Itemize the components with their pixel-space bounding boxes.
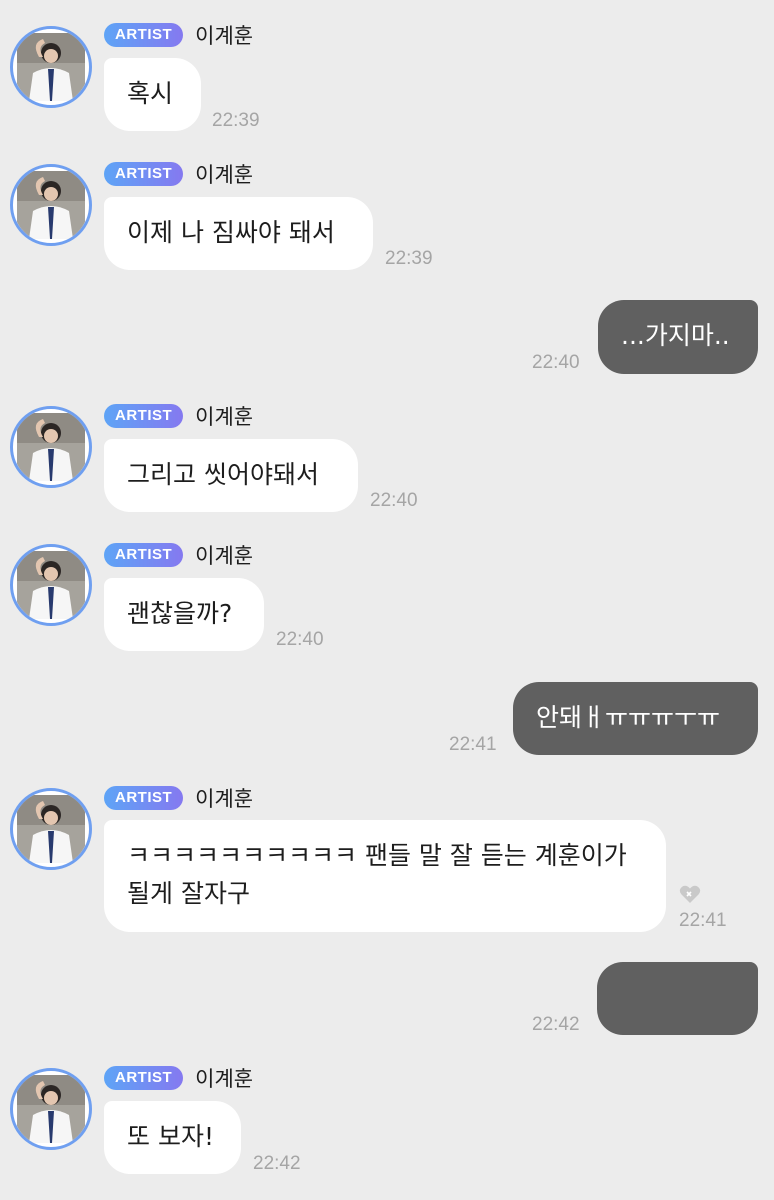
message-bubble[interactable]: 안돼ㅐㅠㅠㅠㅜㅠ [513, 682, 758, 755]
sender-row: ARTIST 이계훈 [104, 785, 253, 811]
message-time: 22:40 [532, 352, 580, 373]
message-text: 그리고 씻어야돼서 [127, 460, 319, 489]
sender-name: 이계훈 [195, 1067, 254, 1091]
message-time: 22:40 [276, 629, 324, 650]
message-text: 안돼ㅐㅠㅠㅠㅜㅠ [536, 703, 721, 732]
sender-row: ARTIST 이계훈 [104, 161, 253, 187]
message-time: 22:42 [532, 1014, 580, 1035]
message-bubble[interactable]: ...가지마.. [598, 300, 758, 374]
message-bubble[interactable]: 혹시 [104, 58, 201, 131]
message-bubble[interactable]: 그리고 씻어야돼서 [104, 439, 358, 512]
message-text-line: 될게 잘자구 [127, 879, 250, 908]
message-bubble[interactable]: ㅋㅋㅋㅋㅋㅋㅋㅋㅋㅋ 팬들 말 잘 듣는 계훈이가 될게 잘자구 [104, 820, 666, 932]
message-time: 22:39 [385, 248, 433, 269]
artist-badge: ARTIST [104, 543, 184, 567]
avatar[interactable] [10, 164, 92, 246]
sender-row: ARTIST 이계훈 [104, 403, 253, 429]
artist-badge: ARTIST [104, 1066, 184, 1090]
avatar[interactable] [10, 1068, 92, 1150]
message-text: 또 보자! [127, 1122, 214, 1151]
message-bubble[interactable]: 또 보자! [104, 1101, 241, 1174]
artist-badge: ARTIST [104, 786, 184, 810]
message-bubble[interactable]: 이제 나 짐싸야 돼서 [104, 197, 373, 270]
avatar[interactable] [10, 26, 92, 108]
message-time: 22:41 [679, 910, 727, 931]
message-text: 이제 나 짐싸야 돼서 [127, 218, 335, 247]
avatar[interactable] [10, 788, 92, 870]
heart-icon[interactable] [679, 884, 701, 904]
sender-row: ARTIST 이계훈 [104, 1065, 253, 1091]
artist-badge: ARTIST [104, 23, 184, 47]
sender-name: 이계훈 [195, 544, 254, 568]
message-time: 22:41 [449, 734, 497, 755]
artist-badge: ARTIST [104, 162, 184, 186]
message-time: 22:39 [212, 110, 260, 131]
sender-name: 이계훈 [195, 787, 254, 811]
message-bubble-redacted[interactable] [597, 962, 758, 1035]
message-text-line: ㅋㅋㅋㅋㅋㅋㅋㅋㅋㅋ 팬들 말 잘 듣는 계훈이가 [127, 841, 627, 870]
avatar[interactable] [10, 544, 92, 626]
message-time: 22:42 [253, 1153, 301, 1174]
message-time: 22:40 [370, 490, 418, 511]
message-text: ...가지마.. [621, 321, 730, 350]
artist-badge: ARTIST [104, 404, 184, 428]
sender-name: 이계훈 [195, 163, 254, 187]
message-bubble[interactable]: 괜찮을까? [104, 578, 264, 651]
avatar[interactable] [10, 406, 92, 488]
message-text: 괜찮을까? [127, 599, 233, 628]
sender-name: 이계훈 [195, 24, 254, 48]
sender-row: ARTIST 이계훈 [104, 22, 253, 48]
sender-name: 이계훈 [195, 405, 254, 429]
message-text: 혹시 [127, 79, 174, 108]
sender-row: ARTIST 이계훈 [104, 542, 253, 568]
